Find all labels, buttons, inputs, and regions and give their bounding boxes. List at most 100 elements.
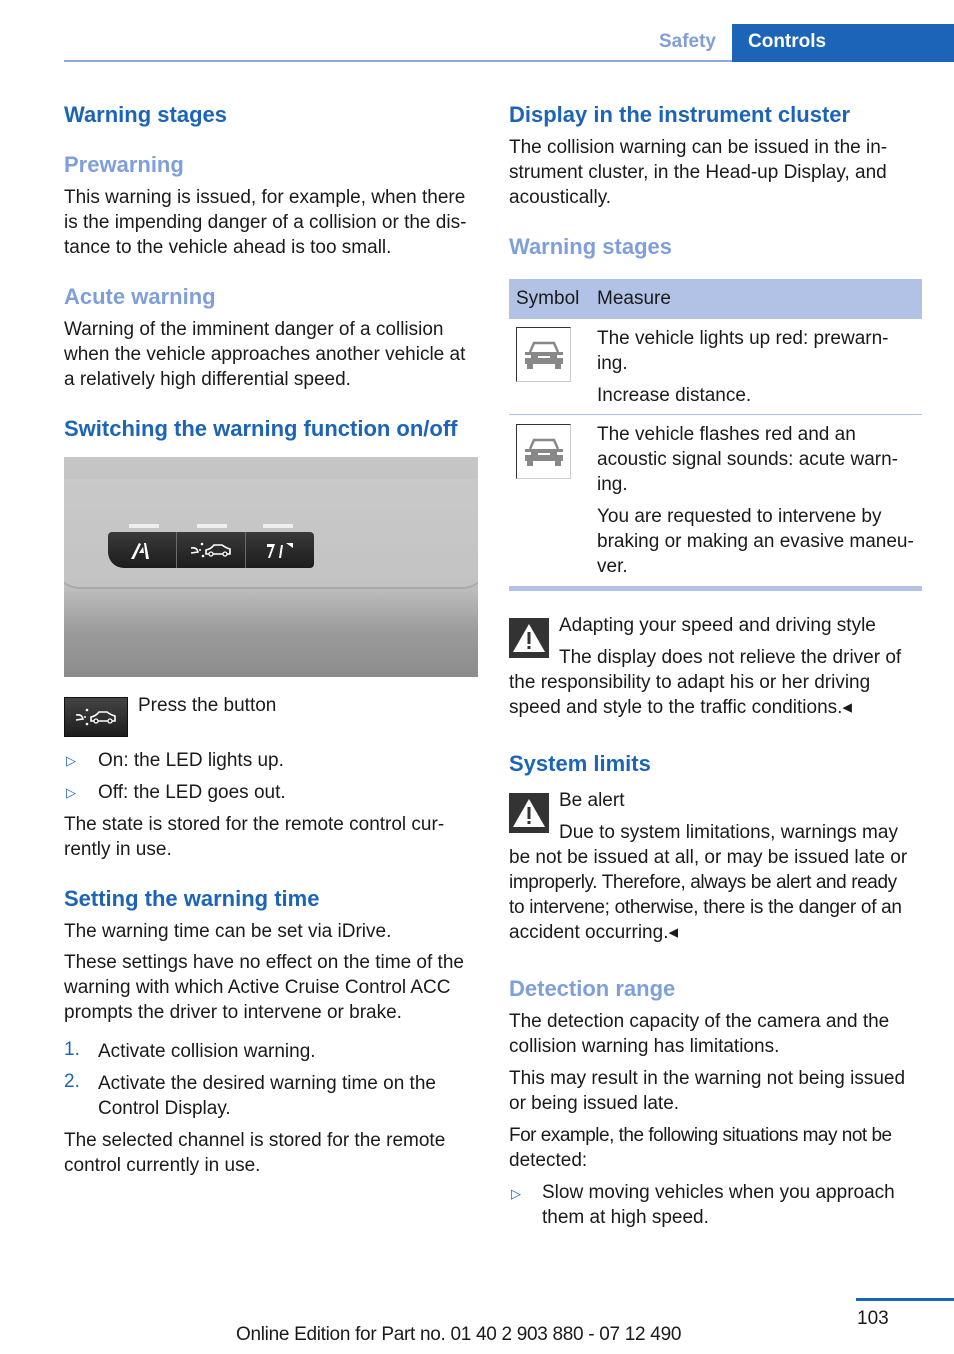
warning-time-intro: The warning time can be set via iDrive. [64, 921, 392, 942]
vehicle-icon [516, 424, 571, 479]
car-front-icon [524, 438, 563, 466]
footer-edition: Online Edition for Part no. 01 40 2 903 … [236, 1324, 682, 1345]
detection-p2: This may result in the warning not being… [509, 1066, 905, 1116]
warning-triangle-icon [509, 618, 549, 658]
text-line: speed and style to the traffic condition… [509, 697, 852, 718]
text-line: Control Display. [98, 1098, 231, 1119]
led-indicator [263, 524, 293, 528]
text-line: The detection capacity of the camera and… [509, 1011, 890, 1032]
text-line: strument cluster, in the Head-up Display… [509, 162, 887, 183]
heading-warning-stages: Warning stages [64, 102, 227, 127]
caution-alert-text: be not be issued at all, or may be issue… [509, 845, 907, 945]
collision-warning-icon [190, 542, 231, 558]
heading-detection-range: Detection range [509, 976, 676, 1001]
text-line: ver. [597, 556, 628, 577]
triangle-bullet-icon: ▷ [511, 1186, 521, 1201]
warning-triangle-glyph [513, 624, 545, 652]
text-line: Activate the desired warning time on the [98, 1073, 436, 1094]
text-line: detected: [509, 1150, 588, 1171]
table-row-2-measure: The vehicle flashes red and an acoustic … [597, 422, 914, 579]
text-line: ing. [597, 353, 628, 374]
state-stored-text: The state is stored for the remote contr… [64, 812, 444, 862]
text-line: be not be issued at all, or may be issue… [509, 847, 908, 868]
collision-warning-icon [75, 708, 116, 726]
tab-safety[interactable]: Safety [640, 24, 732, 60]
text-line: This may result in the warning not being… [509, 1068, 906, 1089]
heading-system-limits: System limits [509, 751, 651, 776]
text-line: warning with which Active Cruise Control… [64, 977, 451, 998]
footer-rule [856, 1298, 954, 1301]
text-line: Warning of the imminent danger of a coll… [64, 319, 444, 340]
text-line: rently in use. [64, 839, 172, 860]
step-number: 1. [64, 1039, 80, 1060]
text-line: acoustically. [509, 187, 612, 208]
text-line: These settings have no effect on the tim… [64, 952, 464, 973]
text-line: when the vehicle approaches another vehi… [64, 344, 466, 365]
led-indicator [197, 524, 227, 528]
heading-switching: Switching the warning function on/off [64, 416, 458, 441]
text-line: them at high speed. [542, 1207, 709, 1228]
text-line: the responsibility to adapt his or her d… [509, 672, 871, 693]
text-line: a relatively high differential speed. [64, 369, 351, 390]
heading-prewarning: Prewarning [64, 152, 184, 177]
text-line: braking or making an evasive maneu- [597, 531, 914, 552]
heading-warning-stages-right: Warning stages [509, 234, 672, 259]
step-number: 2. [64, 1071, 80, 1092]
table-header: Symbol Measure [509, 279, 922, 319]
caution-speed-text: the responsibility to adapt his or her d… [509, 670, 870, 720]
collision-warning-button [177, 532, 246, 568]
triangle-bullet-icon: ▷ [66, 785, 76, 800]
lane-marker-icon [267, 543, 293, 558]
step-2: Activate the desired warning time on the… [98, 1071, 436, 1121]
warning-triangle-glyph [513, 799, 545, 827]
detection-p3: For example, the following situations ma… [509, 1123, 892, 1173]
text-line: Slow moving vehicles when you approach [542, 1182, 895, 1203]
table-row-1-measure: The vehicle lights up red: prewarn- ing.… [597, 326, 888, 408]
caution-alert-line1: Due to system limitations, warnings may [559, 822, 898, 843]
lane-warning-icon [131, 543, 149, 559]
bullet-on: On: the LED lights up. [98, 750, 284, 771]
text-line: prompts the driver to intervene or brake… [64, 1002, 402, 1023]
text-line: This warning is issued, for example, whe… [64, 187, 466, 208]
button-row [108, 532, 314, 568]
text-line: improperly. Therefore, always be alert a… [509, 872, 897, 893]
text-line: ing. [597, 474, 628, 495]
display-text: The collision warning can be issued in t… [509, 135, 887, 210]
text-line: is the impending danger of a collision o… [64, 212, 467, 233]
text-line: The collision warning can be issued in t… [509, 137, 888, 158]
press-button-text: Press the button [138, 695, 277, 716]
car-front-icon [524, 341, 563, 369]
col-symbol: Symbol [516, 288, 580, 309]
traffic-sign-button [246, 532, 314, 568]
page-number: 103 [857, 1308, 889, 1329]
prewarning-text: This warning is issued, for example, whe… [64, 185, 466, 260]
table-row-divider [509, 414, 922, 415]
step-1: Activate collision warning. [98, 1041, 316, 1062]
text-line: For example, the following situations ma… [509, 1125, 892, 1146]
text-line: to intervene; otherwise, there is the da… [509, 897, 902, 918]
heading-display-cluster: Display in the instrument cluster [509, 102, 851, 127]
collision-warning-button-icon [64, 697, 128, 737]
caution-alert-title: Be alert [559, 790, 625, 811]
heading-acute-warning: Acute warning [64, 284, 216, 309]
caution-speed-line1: The display does not relieve the driver … [559, 647, 902, 668]
detection-p1: The detection capacity of the camera and… [509, 1009, 889, 1059]
caution-speed-title: Adapting your speed and driving style [559, 615, 876, 636]
text-line: accident occurring.◂ [509, 922, 679, 943]
channel-stored-text: The selected channel is stored for the r… [64, 1128, 445, 1178]
text-line: Increase distance. [597, 385, 752, 406]
text-line: collision warning has limitations. [509, 1036, 780, 1057]
triangle-bullet-icon: ▷ [66, 753, 76, 768]
text-line: The state is stored for the remote contr… [64, 814, 445, 835]
text-line: tance to the vehicle ahead is too small. [64, 237, 392, 258]
tab-controls[interactable]: Controls [732, 24, 954, 62]
table-bottom-rule [509, 586, 922, 591]
led-indicator [129, 524, 159, 528]
detection-bullet: Slow moving vehicles when you approach t… [542, 1180, 895, 1230]
text-line: You are requested to intervene by [597, 506, 882, 527]
vehicle-icon [516, 327, 571, 382]
lane-departure-button [108, 532, 177, 568]
text-line: The vehicle lights up red: prewarn- [597, 328, 889, 349]
warning-time-note: These settings have no effect on the tim… [64, 950, 464, 1025]
col-measure: Measure [597, 288, 671, 309]
